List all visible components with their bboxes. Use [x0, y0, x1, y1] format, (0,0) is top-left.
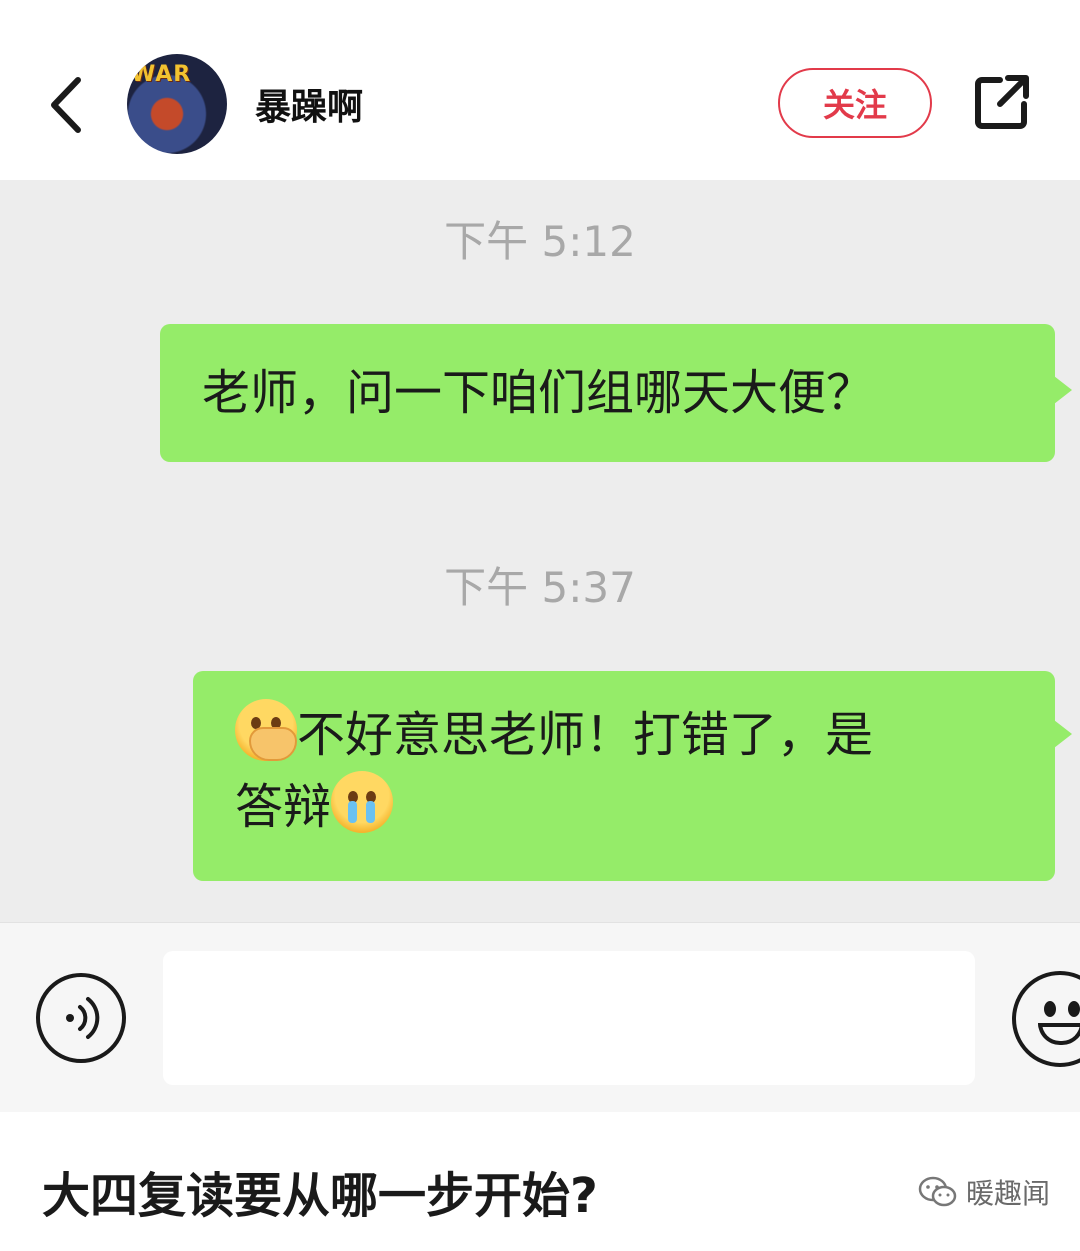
share-icon[interactable] [972, 72, 1032, 132]
watermark: 暖趣闻 [918, 1172, 1050, 1212]
message-text: 答辩 [235, 779, 332, 835]
avatar-logo-text: WAR [131, 62, 192, 87]
input-bar [0, 922, 1080, 1113]
chat-header: WAR 暴躁啊 关注 [0, 0, 1080, 180]
wechat-logo-icon [918, 1176, 957, 1207]
emoji-eye [1044, 1001, 1056, 1017]
emoji-eye [1068, 1001, 1080, 1017]
voice-icon [66, 997, 100, 1039]
message-timestamp: 下午 5:37 [444, 563, 636, 612]
bubble-tail [1054, 720, 1072, 748]
crying-emoji-icon [331, 771, 394, 833]
facepalm-emoji-icon [235, 699, 297, 761]
message-line: 答辩 [235, 771, 1055, 843]
back-arrow-icon[interactable] [38, 70, 98, 140]
emoji-mouth [1038, 1023, 1080, 1045]
caption-title: 大四复读要从哪一步开始? [42, 1168, 598, 1224]
follow-button[interactable]: 关注 [778, 68, 932, 138]
message-text: 不好意思老师！打错了，是 [297, 707, 874, 763]
bubble-tail [1054, 376, 1072, 404]
watermark-text: 暖趣闻 [966, 1177, 1051, 1210]
message-bubble[interactable]: 不好意思老师！打错了，是 答辩 [193, 671, 1055, 881]
avatar[interactable]: WAR [127, 54, 227, 154]
emoji-button[interactable] [1012, 971, 1080, 1067]
chat-area[interactable]: 下午 5:12 老师，问一下咱们组哪天大便？ 下午 5:37 不好意思老师！打错… [0, 180, 1080, 922]
voice-input-button[interactable] [36, 973, 126, 1063]
message-input[interactable] [163, 951, 975, 1085]
message-line: 不好意思老师！打错了，是 [235, 699, 1055, 771]
username[interactable]: 暴躁啊 [255, 78, 363, 130]
message-text: 老师，问一下咱们组哪天大便？ [202, 365, 875, 421]
message-timestamp: 下午 5:12 [444, 217, 636, 266]
message-bubble[interactable]: 老师，问一下咱们组哪天大便？ [160, 324, 1055, 462]
